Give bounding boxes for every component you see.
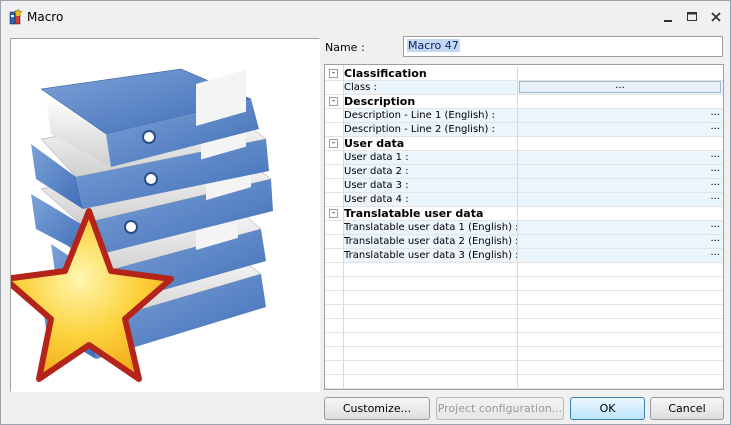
empty-value-cell [517, 361, 723, 374]
minimize-icon[interactable] [657, 7, 679, 27]
property-label: User data 4 : [344, 193, 517, 206]
property-label: Description - Line 2 (English) : [344, 123, 517, 136]
ok-button[interactable]: OK [570, 397, 645, 420]
property-value-cell [517, 207, 723, 220]
property-value-cell[interactable]: ... [517, 177, 723, 192]
macro-dialog: Macro Name: Macro 47 - Classification C… [0, 0, 731, 425]
empty-value-cell [517, 305, 723, 318]
empty-row [325, 347, 723, 361]
empty-row [325, 361, 723, 375]
property-value-cell [517, 137, 723, 150]
ellipsis-button[interactable]: ... [710, 107, 720, 118]
empty-value-cell [517, 291, 723, 304]
category-row[interactable]: - Translatable user data [325, 207, 723, 221]
property-row[interactable]: Translatable user data 2 (English) :... [325, 233, 723, 249]
ellipsis-button[interactable]: ... [710, 191, 720, 202]
property-label: Translatable user data 1 (English) : [344, 221, 517, 234]
empty-row [325, 375, 723, 389]
property-row[interactable]: Translatable user data 1 (English) :... [325, 219, 723, 235]
property-value-cell[interactable]: ... [517, 191, 723, 206]
property-label: User data 1 : [344, 151, 517, 164]
property-value-cell[interactable]: ... [517, 81, 723, 94]
property-label: Translatable user data 2 (English) : [344, 235, 517, 248]
property-row[interactable]: Translatable user data 3 (English) :... [325, 247, 723, 263]
property-value-cell[interactable]: ... [517, 219, 723, 234]
property-value-cell[interactable]: ... [517, 163, 723, 178]
category-label: Classification [344, 67, 427, 80]
category-label: User data [344, 137, 405, 150]
ellipsis-button[interactable]: ... [710, 247, 720, 258]
customize-button[interactable]: Customize... [324, 397, 430, 420]
class-browse-button[interactable]: ... [519, 81, 721, 93]
property-row[interactable]: Description - Line 1 (English) :... [325, 107, 723, 123]
property-row[interactable]: User data 4 :... [325, 191, 723, 207]
property-grid[interactable]: - Classification Class :... - Description Des… [324, 64, 724, 390]
empty-value-cell [517, 347, 723, 360]
category-row[interactable]: - User data [325, 137, 723, 151]
property-label: User data 2 : [344, 165, 517, 178]
cancel-button[interactable]: Cancel [650, 397, 724, 420]
property-value-cell [517, 95, 723, 108]
property-row[interactable]: User data 1 :... [325, 149, 723, 165]
category-label: Description [344, 95, 416, 108]
empty-value-cell [517, 263, 723, 276]
window-title: Macro [27, 10, 64, 24]
empty-row [325, 263, 723, 277]
property-value-cell[interactable]: ... [517, 121, 723, 136]
ellipsis-button[interactable]: ... [710, 219, 720, 230]
property-value-cell[interactable]: ... [517, 107, 723, 122]
name-label: Name : [325, 41, 365, 54]
empty-value-cell [517, 319, 723, 332]
ellipsis-button[interactable]: ... [710, 233, 720, 244]
ellipsis-button[interactable]: ... [710, 163, 720, 174]
category-label: Translatable user data [344, 207, 484, 220]
empty-row [325, 277, 723, 291]
empty-value-cell [517, 375, 723, 388]
property-row[interactable]: Description - Line 2 (English) :... [325, 121, 723, 137]
collapse-icon[interactable]: - [329, 139, 338, 148]
project-configuration-button[interactable]: Project configuration... [436, 397, 564, 420]
property-value-cell[interactable]: ... [517, 247, 723, 262]
macro-image-panel [10, 38, 320, 392]
property-value-cell[interactable]: ... [517, 233, 723, 248]
empty-row [325, 291, 723, 305]
property-value-cell [517, 67, 723, 80]
category-row[interactable]: - Classification [325, 67, 723, 81]
collapse-icon[interactable]: - [329, 209, 338, 218]
title-bar[interactable]: Macro [1, 1, 730, 33]
property-row[interactable]: Class :... [325, 81, 723, 95]
ellipsis-button[interactable]: ... [710, 177, 720, 188]
close-icon[interactable] [705, 7, 727, 27]
empty-row [325, 319, 723, 333]
binders-star-illustration [11, 68, 273, 382]
property-row[interactable]: User data 2 :... [325, 163, 723, 179]
empty-row [325, 305, 723, 319]
property-label: Translatable user data 3 (English) : [344, 249, 517, 262]
property-label: User data 3 : [344, 179, 517, 192]
empty-row [325, 333, 723, 347]
empty-value-cell [517, 277, 723, 290]
collapse-icon[interactable]: - [329, 69, 338, 78]
ellipsis-button[interactable]: ... [710, 121, 720, 132]
maximize-icon[interactable] [681, 7, 703, 27]
property-label: Description - Line 1 (English) : [344, 109, 517, 122]
name-input[interactable]: Macro 47 [403, 36, 723, 57]
property-value-cell[interactable]: ... [517, 149, 723, 164]
property-label: Class : [344, 81, 517, 94]
collapse-icon[interactable]: - [329, 97, 338, 106]
category-row[interactable]: - Description [325, 95, 723, 109]
empty-value-cell [517, 333, 723, 346]
ellipsis-button[interactable]: ... [710, 149, 720, 160]
name-value: Macro 47 [407, 39, 460, 52]
macro-window-icon [9, 9, 23, 25]
property-row[interactable]: User data 3 :... [325, 177, 723, 193]
